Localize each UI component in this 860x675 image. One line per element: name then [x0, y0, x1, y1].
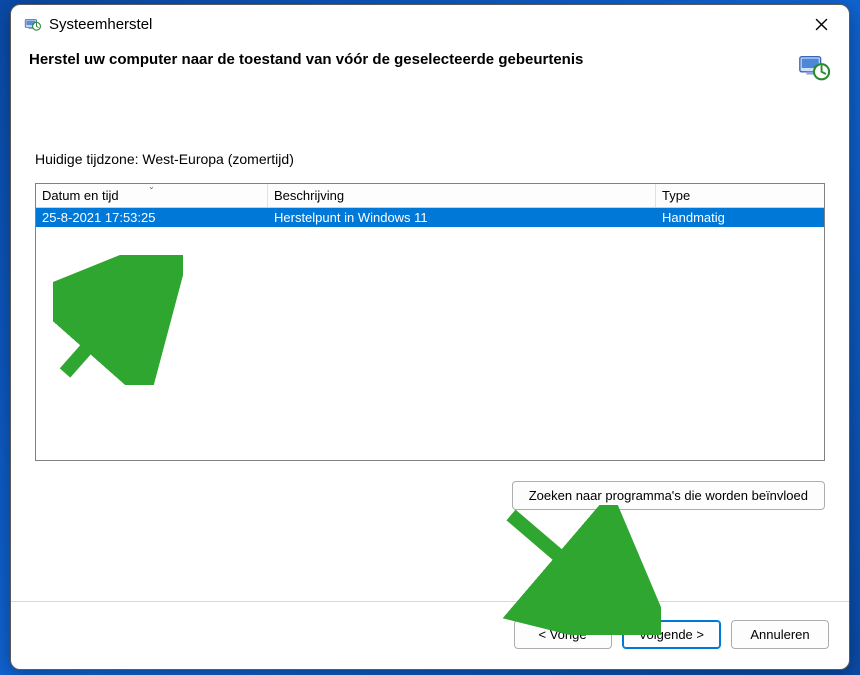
- column-header-type[interactable]: Type: [656, 184, 824, 207]
- system-restore-window: Systeemherstel Herstel uw computer naar …: [10, 4, 850, 670]
- scan-button-row: Zoeken naar programma's die worden beïnv…: [35, 481, 825, 510]
- back-button[interactable]: < Vorige: [514, 620, 612, 649]
- page-heading: Herstel uw computer naar de toestand van…: [29, 51, 789, 68]
- timezone-label: Huidige tijdzone: West-Europa (zomertijd…: [35, 151, 825, 167]
- cell-date: 25-8-2021 17:53:25: [36, 208, 268, 227]
- next-button[interactable]: Volgende >: [622, 620, 721, 649]
- close-button[interactable]: [803, 10, 839, 38]
- cancel-button[interactable]: Annuleren: [731, 620, 829, 649]
- close-icon: [815, 18, 828, 31]
- heading-row: Herstel uw computer naar de toestand van…: [11, 43, 849, 91]
- titlebar[interactable]: Systeemherstel: [11, 5, 849, 43]
- column-header-description-label: Beschrijving: [274, 188, 344, 203]
- column-header-date[interactable]: Datum en tijd ⌄: [36, 184, 268, 207]
- system-restore-clock-icon: [797, 51, 831, 85]
- column-header-date-label: Datum en tijd: [42, 188, 119, 203]
- table-row[interactable]: 25-8-2021 17:53:25 Herstelpunt in Window…: [36, 208, 824, 227]
- cell-type: Handmatig: [656, 208, 824, 227]
- restore-points-table[interactable]: Datum en tijd ⌄ Beschrijving Type 25-8-2…: [35, 183, 825, 461]
- column-header-type-label: Type: [662, 188, 690, 203]
- wizard-footer: < Vorige Volgende > Annuleren: [11, 601, 849, 669]
- cell-description: Herstelpunt in Windows 11: [268, 208, 656, 227]
- window-title: Systeemherstel: [49, 16, 803, 33]
- dialog-body: Huidige tijdzone: West-Europa (zomertijd…: [11, 91, 849, 601]
- scan-affected-button[interactable]: Zoeken naar programma's die worden beïnv…: [512, 481, 825, 510]
- table-header: Datum en tijd ⌄ Beschrijving Type: [36, 184, 824, 208]
- column-header-description[interactable]: Beschrijving: [268, 184, 656, 207]
- sort-indicator-desc-icon: ⌄: [148, 182, 155, 191]
- system-restore-icon: [23, 15, 41, 33]
